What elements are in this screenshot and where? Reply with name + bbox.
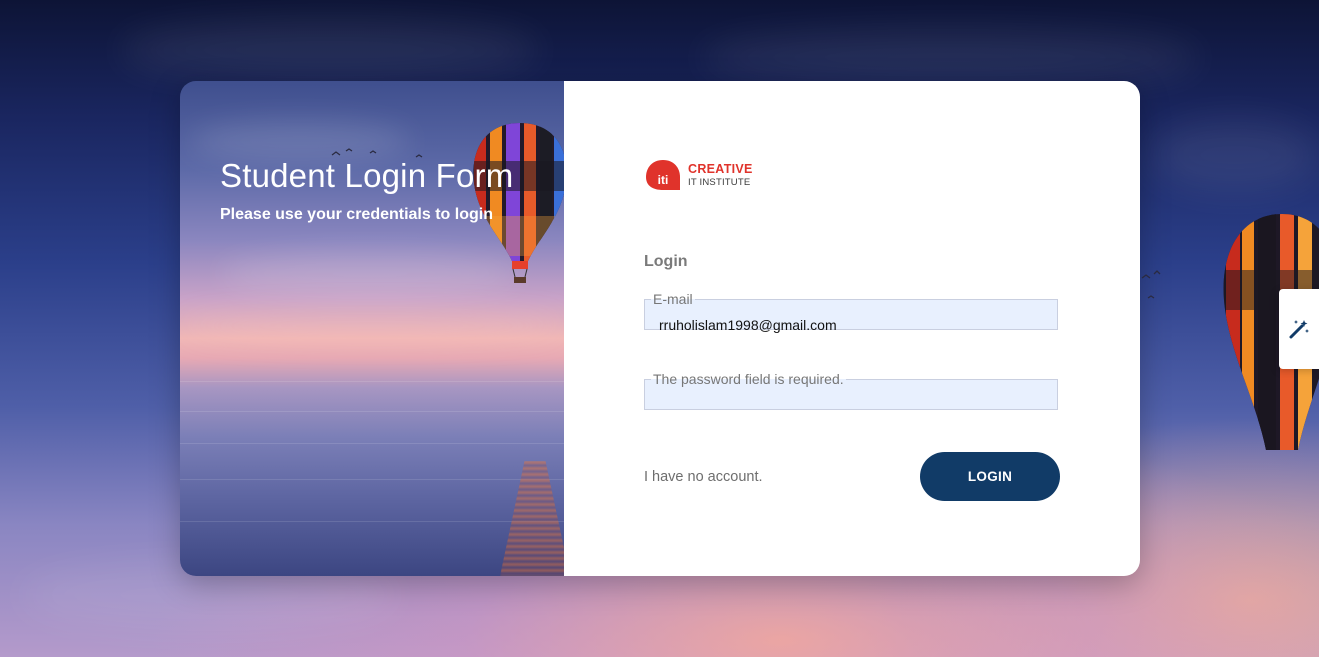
- register-link[interactable]: I have no account.: [644, 469, 763, 485]
- water-ripple: [180, 443, 564, 444]
- password-field: The password field is required.: [644, 371, 1058, 414]
- background-cloud: [120, 20, 540, 80]
- logo-text: CREATIVE IT INSTITUTE: [688, 163, 753, 187]
- login-heading: Login: [644, 253, 688, 270]
- water-ripple: [180, 381, 564, 382]
- water-ripple: [180, 521, 564, 522]
- creative-it-logo[interactable]: iti CREATIVE IT INSTITUTE: [644, 158, 753, 192]
- floating-tool-button[interactable]: [1279, 289, 1319, 369]
- page-subtitle: Please use your credentials to login: [220, 206, 493, 223]
- logo-subtitle: IT INSTITUTE: [688, 176, 751, 188]
- logo-brand: CREATIVE: [688, 162, 753, 176]
- water-ripple: [180, 411, 564, 412]
- page-title: Student Login Form: [220, 157, 514, 194]
- login-card: Student Login Form Please use your crede…: [180, 81, 1140, 576]
- password-input[interactable]: [659, 396, 1039, 414]
- logo-icon: iti: [646, 160, 680, 190]
- login-button[interactable]: LOGIN: [920, 452, 1060, 501]
- birds-icon: [1141, 270, 1161, 299]
- login-form-panel: iti CREATIVE IT INSTITUTE Login E-mail T…: [564, 81, 1140, 576]
- email-input[interactable]: [659, 316, 1039, 334]
- hero-panel: Student Login Form Please use your crede…: [180, 81, 570, 576]
- background-cloud: [1150, 120, 1319, 190]
- logo-mark-text: iti: [658, 173, 669, 187]
- password-error-label: The password field is required.: [653, 371, 844, 387]
- email-field: E-mail: [644, 291, 1058, 334]
- email-label: E-mail: [653, 291, 693, 307]
- background-cloud: [700, 30, 1200, 85]
- hero-cloud: [180, 311, 564, 341]
- water-ripple: [180, 479, 564, 480]
- magic-wand-icon: [1289, 320, 1309, 339]
